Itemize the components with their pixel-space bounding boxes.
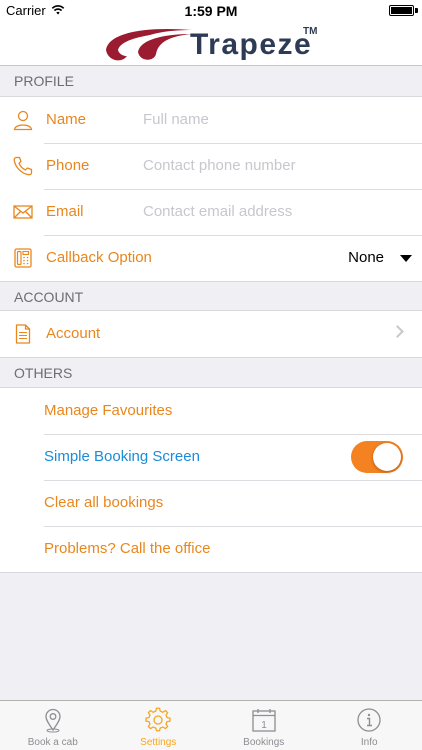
name-label: Name	[46, 111, 87, 128]
name-row[interactable]: Name Full name	[0, 97, 422, 143]
trapeze-logo-swoosh-icon	[106, 28, 192, 61]
trademark-mark: TM	[303, 26, 318, 37]
tab-bookings[interactable]: 1 Bookings	[211, 701, 317, 750]
phone-row[interactable]: Phone Contact phone number	[0, 143, 422, 189]
dropdown-caret-icon[interactable]	[400, 255, 412, 262]
desk-phone-icon	[14, 248, 32, 268]
toggle-knob	[373, 443, 401, 471]
call-office-button[interactable]: Problems? Call the office	[44, 540, 210, 557]
document-icon	[15, 324, 31, 344]
location-pin-icon	[45, 708, 61, 733]
email-row[interactable]: Email Contact email address	[0, 189, 422, 235]
tab-label-bookings: Bookings	[243, 737, 285, 748]
battery-tip	[415, 8, 418, 13]
tab-label-settings: Settings	[140, 737, 177, 748]
phone-label: Phone	[46, 157, 90, 174]
simple-booking-screen-label: Simple Booking Screen	[44, 448, 200, 465]
account-label: Account	[46, 325, 101, 342]
others-group: Manage Favourites Simple Booking Screen …	[0, 387, 422, 573]
calendar-day-number: 1	[261, 720, 267, 731]
clear-all-bookings-row[interactable]: Clear all bookings	[0, 480, 422, 526]
tab-label-book-a-cab: Book a cab	[27, 737, 78, 748]
tab-bar: Book a cab Settings 1 Bookings Info	[0, 700, 422, 750]
status-bar: Carrier 1:59 PM	[0, 0, 422, 22]
phone-icon	[13, 156, 33, 176]
callback-option-row[interactable]: Callback Option None	[0, 235, 422, 281]
account-group: Account	[0, 310, 422, 358]
tab-settings[interactable]: Settings	[106, 701, 212, 750]
section-header-profile: PROFILE	[14, 73, 74, 89]
callback-option-label: Callback Option	[46, 249, 152, 266]
info-icon	[357, 708, 381, 732]
simple-booking-screen-row[interactable]: Simple Booking Screen	[0, 434, 422, 480]
chevron-right-icon	[391, 325, 404, 338]
section-header-others: OTHERS	[14, 365, 73, 381]
app-header: Trapeze TM	[0, 22, 422, 66]
trapeze-logo-text: Trapeze	[190, 28, 313, 61]
section-header-account: ACCOUNT	[14, 289, 84, 305]
battery-icon	[389, 5, 414, 16]
person-icon	[13, 110, 33, 131]
tab-label-info: Info	[360, 737, 378, 748]
email-input[interactable]: Contact email address	[143, 203, 292, 220]
status-time: 1:59 PM	[184, 3, 238, 19]
simple-booking-toggle[interactable]	[351, 441, 403, 473]
profile-group: Name Full name Phone Contact phone numbe…	[0, 96, 422, 282]
name-input[interactable]: Full name	[143, 111, 209, 128]
callback-option-value[interactable]: None	[348, 249, 384, 266]
tab-info[interactable]: Info	[317, 701, 422, 750]
envelope-icon	[13, 205, 33, 219]
tab-book-a-cab[interactable]: Book a cab	[0, 701, 106, 750]
manage-favourites-row[interactable]: Manage Favourites	[0, 388, 422, 434]
phone-input[interactable]: Contact phone number	[143, 157, 296, 174]
account-row[interactable]: Account	[0, 311, 422, 357]
calendar-icon: 1	[252, 709, 276, 732]
gear-icon	[145, 707, 171, 732]
manage-favourites-button[interactable]: Manage Favourites	[44, 402, 172, 419]
email-label: Email	[46, 203, 84, 220]
clear-all-bookings-button[interactable]: Clear all bookings	[44, 494, 163, 511]
call-office-row[interactable]: Problems? Call the office	[0, 526, 422, 572]
